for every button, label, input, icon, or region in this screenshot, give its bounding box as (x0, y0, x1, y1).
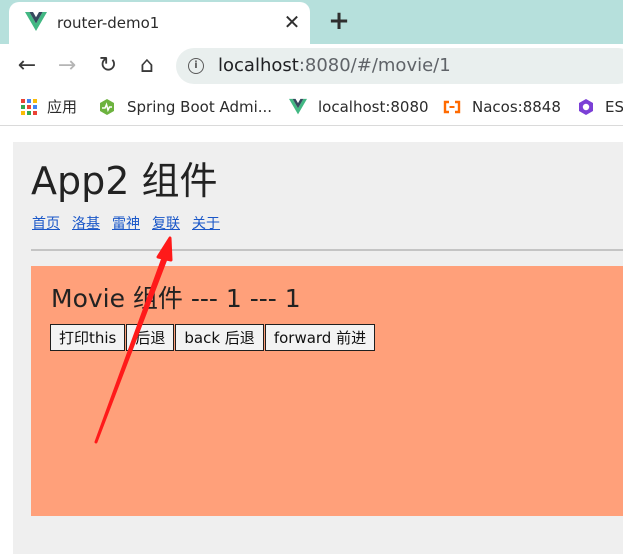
bookmarks-bar: 应用 Spring Boot Admi... localhost:8080 Na… (0, 88, 623, 126)
nav-link-avengers[interactable]: 复联 (152, 216, 180, 232)
apps-grid-icon (21, 99, 37, 115)
page-title: App2 组件 (31, 159, 218, 203)
reload-icon[interactable]: ↻ (94, 52, 122, 80)
browser-tab[interactable]: router-demo1 ✕ (9, 2, 310, 44)
app2-component: App2 组件 首页 洛基 雷神 复联 关于 Movie 组件 --- 1 --- 1 … (13, 142, 623, 554)
divider (31, 249, 623, 251)
print-this-button[interactable]: 打印this (50, 324, 126, 351)
bookmark-apps[interactable]: 应用 (47, 96, 77, 118)
nav-link-thor[interactable]: 雷神 (112, 216, 140, 232)
bookmark-es[interactable]: ES (605, 96, 623, 118)
vue-logo-icon (289, 98, 307, 115)
nav-link-home[interactable]: 首页 (32, 216, 60, 232)
url-text[interactable]: localhost:8080/#/movie/1 (218, 55, 451, 77)
close-tab-icon[interactable]: ✕ (281, 9, 303, 35)
movie-component: Movie 组件 --- 1 --- 1 打印this 后退 back 后退 forw… (31, 266, 623, 516)
go-back-button[interactable]: 后退 (126, 324, 175, 351)
vue-logo-icon (25, 12, 47, 31)
new-tab-button[interactable]: + (325, 7, 353, 37)
forward-arrow-icon[interactable]: → (53, 52, 81, 80)
movie-title: Movie 组件 --- 1 --- 1 (51, 284, 301, 313)
url-path: :8080/#/movie/1 (298, 55, 451, 76)
bookmark-localhost[interactable]: localhost:8080 (318, 96, 429, 118)
movie-button-row: 打印this 后退 back 后退 forward 前进 (50, 324, 376, 351)
tab-strip: router-demo1 ✕ + (0, 0, 623, 44)
site-info-icon[interactable]: i (188, 58, 204, 74)
url-host: localhost (218, 55, 299, 76)
nav-link-about[interactable]: 关于 (192, 216, 220, 232)
back-arrow-icon[interactable]: ← (13, 52, 41, 80)
spring-boot-admin-icon (100, 99, 114, 115)
address-bar[interactable]: i localhost:8080/#/movie/1 (176, 48, 623, 84)
router-nav: 首页 洛基 雷神 复联 关于 (32, 214, 232, 234)
home-icon[interactable]: ⌂ (133, 52, 161, 80)
forward-button[interactable]: forward 前进 (264, 324, 376, 351)
bookmark-spring-boot-admin[interactable]: Spring Boot Admi... (127, 96, 272, 118)
browser-toolbar: ← → ↻ ⌂ i localhost:8080/#/movie/1 (0, 44, 623, 88)
elasticsearch-icon (579, 99, 593, 115)
page-viewport: App2 组件 首页 洛基 雷神 复联 关于 Movie 组件 --- 1 --- 1 … (0, 127, 623, 554)
tab-title: router-demo1 (57, 14, 160, 32)
back-button[interactable]: back 后退 (175, 324, 264, 351)
bookmark-nacos[interactable]: Nacos:8848 (472, 96, 561, 118)
nav-link-loki[interactable]: 洛基 (72, 216, 100, 232)
nacos-icon (443, 100, 461, 114)
